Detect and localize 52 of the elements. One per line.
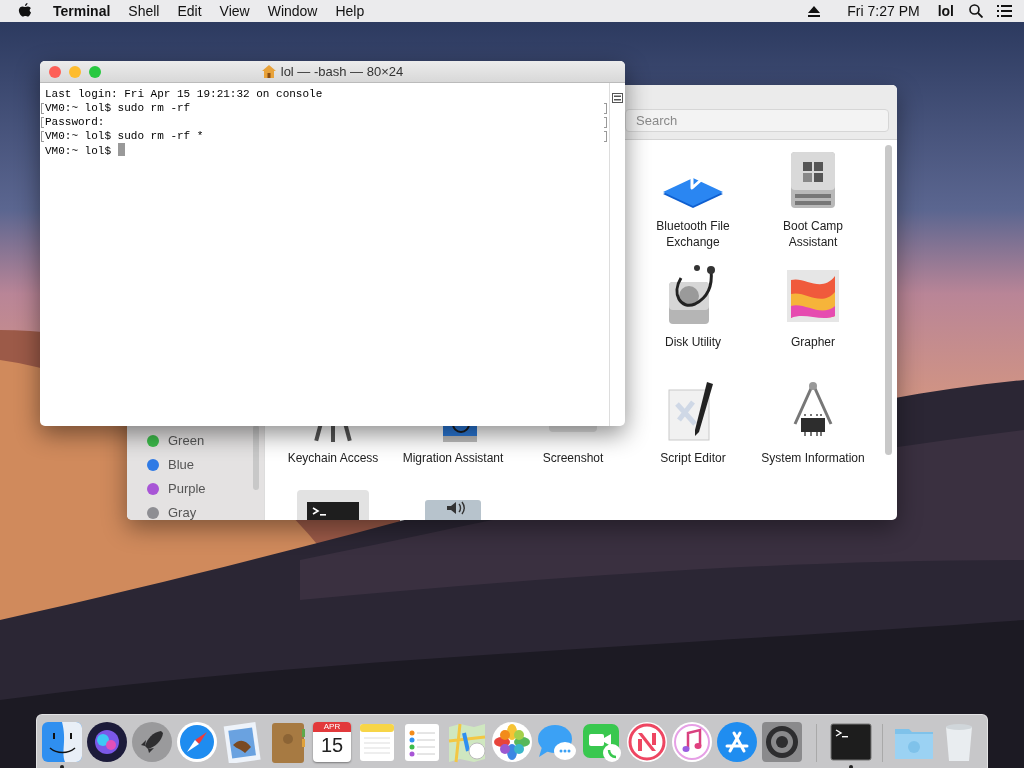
- dock-divider: [816, 724, 817, 762]
- tag-label[interactable]: Green: [168, 431, 205, 451]
- window-title: lol — -bash — 80×24: [280, 62, 404, 81]
- list-icon[interactable]: [997, 5, 1012, 17]
- user-name[interactable]: lol: [928, 0, 963, 22]
- apple-icon[interactable]: [18, 3, 32, 19]
- app-label[interactable]: Keychain Access: [281, 450, 385, 466]
- terminal-line: VM0:~ lol$ sudo rm -rf *: [45, 130, 204, 142]
- app-label[interactable]: Bluetooth File Exchange: [641, 218, 745, 250]
- news-icon[interactable]: [626, 721, 668, 763]
- flower-icon[interactable]: [491, 721, 533, 763]
- menu-item[interactable]: Edit: [168, 0, 211, 22]
- calendar-icon[interactable]: APR 15: [313, 722, 351, 762]
- app-label[interactable]: Disk Utility: [641, 334, 745, 350]
- tag-label[interactable]: Blue: [168, 455, 195, 475]
- search-icon[interactable]: [969, 4, 983, 18]
- terminal-line: Password:: [45, 116, 105, 128]
- app-label[interactable]: Grapher: [761, 334, 865, 350]
- finder-icon[interactable]: [41, 721, 83, 763]
- tag-label[interactable]: Gray: [168, 503, 197, 520]
- app-menu[interactable]: Terminal: [44, 0, 120, 22]
- terminal-line: Last login: Fri Apr 15 19:21:32 on console: [45, 88, 323, 100]
- terminal-line: VM0:~ lol$ sudo rm -rf: [45, 102, 191, 114]
- app-label[interactable]: System Information: [761, 450, 865, 466]
- search-field[interactable]: Search: [625, 109, 889, 132]
- calendar-month: APR: [313, 722, 351, 732]
- music-note-icon[interactable]: [671, 721, 713, 763]
- app-label[interactable]: Screenshot: [521, 450, 625, 466]
- terminal-line: VM0:~ lol$: [45, 145, 112, 157]
- eject-icon[interactable]: [808, 5, 821, 17]
- map-icon[interactable]: [446, 721, 488, 763]
- rocket-icon[interactable]: [131, 721, 173, 763]
- scroll-thumb[interactable]: [885, 145, 892, 455]
- calendar-day: 15: [313, 732, 351, 758]
- siri-icon[interactable]: [86, 721, 128, 763]
- compass-icon[interactable]: [176, 721, 218, 763]
- app-label[interactable]: Migration Assistant: [401, 450, 505, 466]
- menu-item[interactable]: Help: [326, 0, 374, 22]
- clock[interactable]: Fri 7:27 PM: [838, 0, 929, 22]
- dock-divider: [882, 724, 883, 762]
- close-button[interactable]: [49, 66, 61, 78]
- menu-item[interactable]: Window: [258, 0, 327, 22]
- tag-label[interactable]: Purple: [168, 479, 206, 499]
- scroll-thumb[interactable]: [253, 425, 259, 490]
- app-label[interactable]: Script Editor: [641, 450, 745, 466]
- split-pane-icon[interactable]: [612, 92, 623, 103]
- home-icon: [261, 65, 276, 78]
- terminal-icon[interactable]: [830, 721, 872, 763]
- terminal-icon[interactable]: [297, 490, 369, 520]
- menu-item[interactable]: Shell: [119, 0, 169, 22]
- app-label[interactable]: Boot Camp Assistant: [761, 218, 865, 250]
- menu-item[interactable]: View: [210, 0, 259, 22]
